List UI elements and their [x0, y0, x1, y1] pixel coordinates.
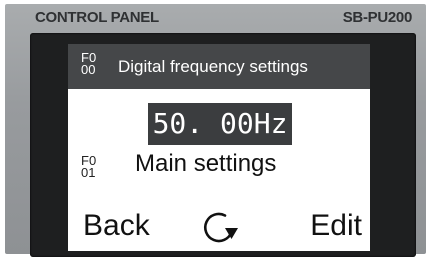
- panel-label: CONTROL PANEL: [35, 9, 159, 26]
- frequency-value: 50. 00Hz: [148, 103, 292, 145]
- parameter-code: F0 00: [81, 50, 97, 77]
- selected-parameter-row[interactable]: F0 00 Digital frequency settings: [68, 44, 370, 89]
- parameter-name: Digital frequency settings: [118, 57, 308, 76]
- back-softkey[interactable]: Back: [83, 209, 150, 243]
- parameter-code: F0 01: [81, 153, 97, 180]
- edit-softkey[interactable]: Edit: [310, 209, 362, 243]
- rotate-clockwise-icon[interactable]: [198, 208, 242, 246]
- lcd-screen: F0 00 Digital frequency settings 50. 00H…: [68, 44, 370, 251]
- parameter-name: Main settings: [135, 150, 277, 177]
- model-label: SB-PU200: [342, 9, 413, 26]
